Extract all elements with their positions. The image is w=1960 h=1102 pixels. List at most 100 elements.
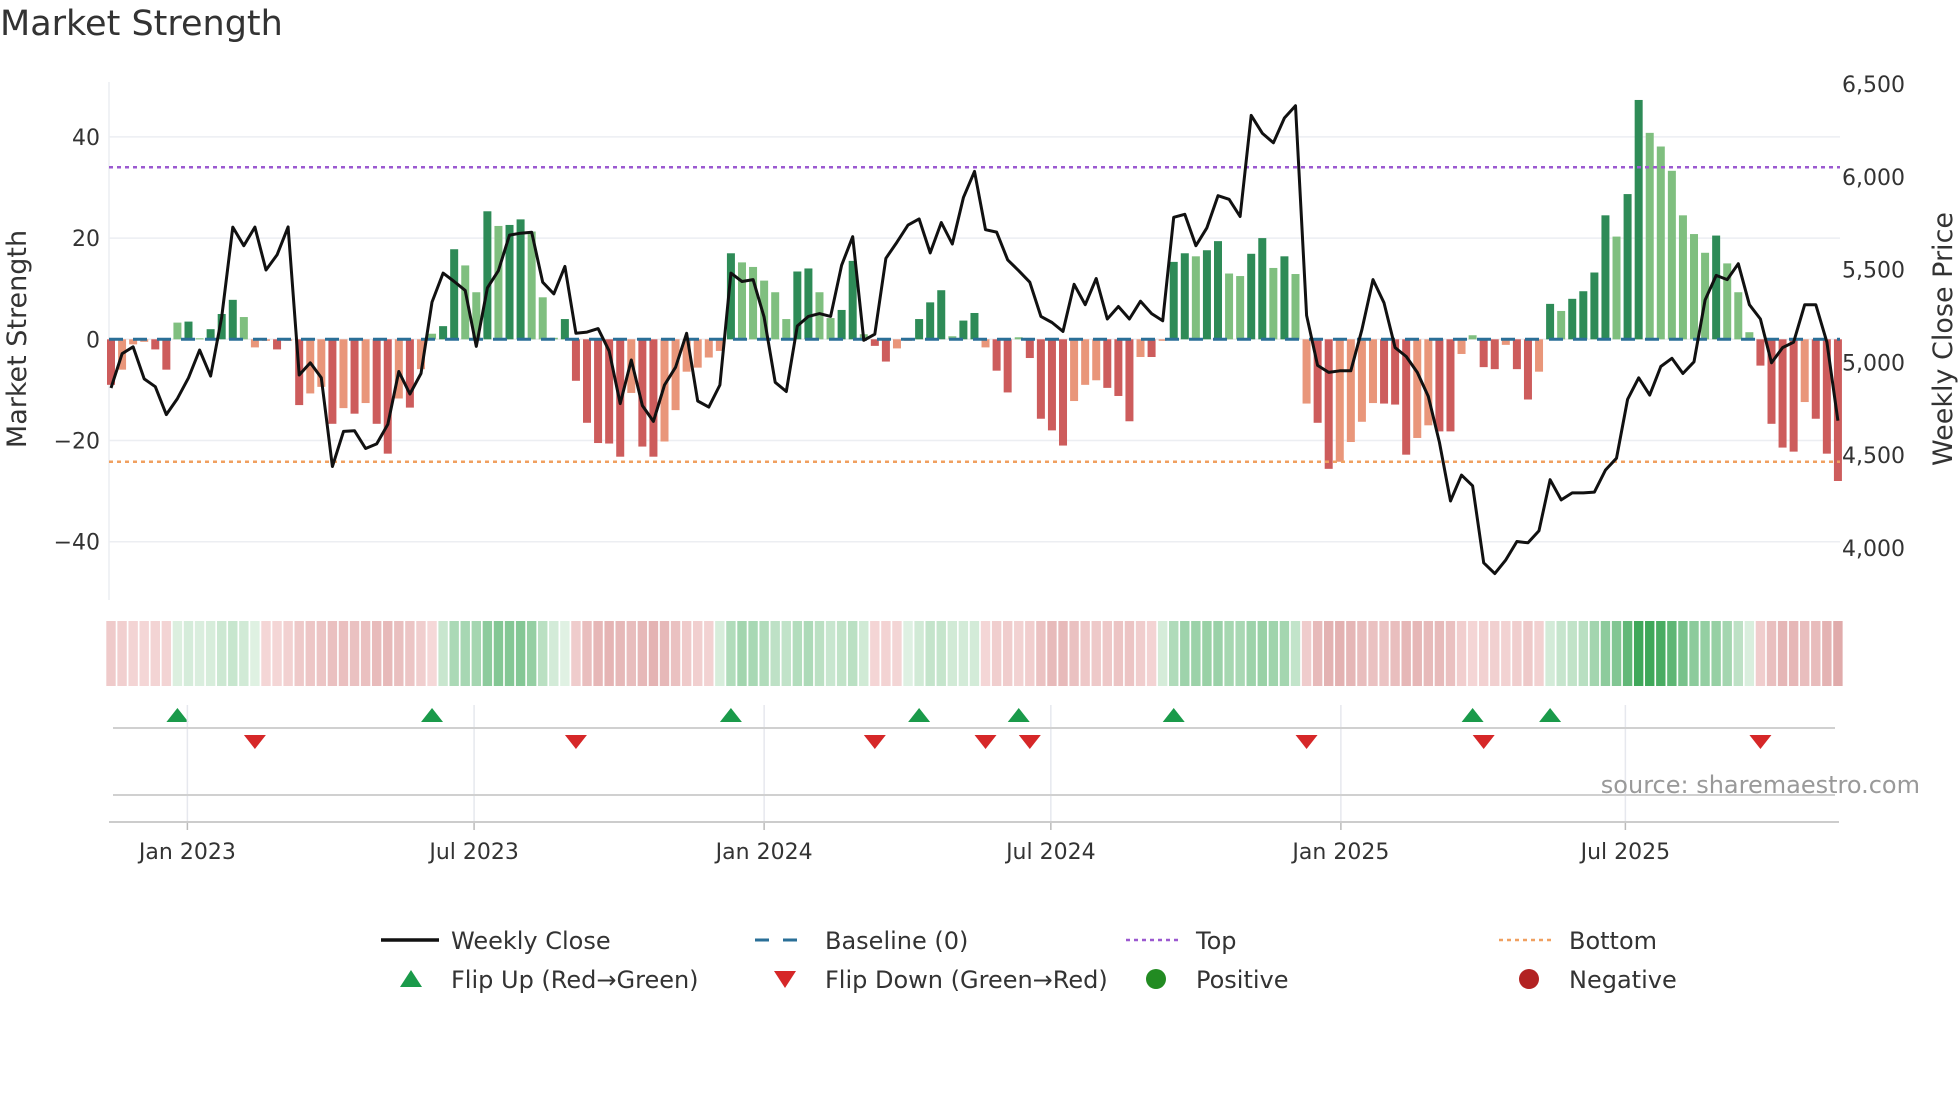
strength-bar: [383, 339, 392, 454]
x-tick-label: Jan 2024: [714, 840, 813, 865]
heat-strip-cell: [1058, 621, 1068, 686]
heat-strip-cell: [205, 621, 216, 686]
heat-strip-cell: [427, 621, 437, 686]
heat-strip-cell: [1002, 621, 1013, 686]
heat-strip-cell: [1301, 621, 1312, 686]
heat-strip-cell: [371, 621, 382, 686]
heat-strip-cell: [438, 621, 448, 686]
heat-strip-cell: [847, 621, 858, 686]
heat-strip-cell: [1257, 621, 1267, 686]
heat-strip-cell: [261, 621, 271, 686]
heat-strip-cell: [925, 621, 935, 686]
heat-strip-cell: [394, 621, 404, 686]
heat-strip-cell: [1268, 621, 1279, 686]
heat-strip-cell: [803, 621, 814, 686]
flip-up-marker: [908, 708, 931, 722]
flip-down-marker: [564, 735, 587, 749]
heat-strip-cell: [1102, 621, 1112, 686]
strength-bar: [571, 339, 580, 381]
strength-bar: [1468, 335, 1477, 340]
heat-strip-cell: [194, 621, 205, 686]
heat-strip-cell: [294, 621, 304, 686]
heat-strip-cell: [958, 621, 969, 686]
heat-strip-cell: [1512, 621, 1522, 686]
market-strength-chart: 40 20 0 −20 −40 6,500 6,000 5,500 5,000 4,500 4,00…: [2, 73, 1959, 994]
heat-strip-cell: [549, 621, 559, 686]
strength-bar: [937, 290, 946, 340]
strength-bar: [339, 339, 348, 409]
strength-bar: [837, 309, 846, 340]
strength-bar: [926, 302, 935, 340]
heat-strip-cell: [338, 621, 349, 686]
heat-strip-cell: [1645, 621, 1655, 686]
heat-strip-cell: [1423, 621, 1434, 686]
heat-strip-cell: [1324, 621, 1334, 686]
heat-strip-cell: [1180, 621, 1190, 686]
flip-down-marker: [1472, 735, 1495, 749]
heat-strip-cell: [1800, 621, 1810, 686]
strength-bar: [350, 339, 359, 414]
heat-strip-cell: [1755, 621, 1766, 686]
strength-bar: [1634, 99, 1643, 340]
strength-bar: [1457, 339, 1466, 354]
legend-label: Flip Up (Red→Green): [451, 966, 699, 994]
strength-bar: [1523, 339, 1532, 400]
heat-strip-cell: [1113, 621, 1124, 686]
heat-strip-cell: [1766, 621, 1777, 686]
strength-bar: [1214, 241, 1222, 340]
flip-down-marker: [863, 735, 886, 749]
strength-bar: [1380, 339, 1389, 404]
strength-bar: [1136, 339, 1145, 358]
heat-strip-cell: [1069, 621, 1079, 686]
heat-strip-cell: [360, 621, 371, 686]
heat-strip-cell: [571, 621, 581, 686]
heat-strip-cell: [515, 621, 526, 686]
heat-strip-cell: [859, 621, 869, 686]
heat-strip-cell: [1567, 621, 1577, 686]
strength-bar: [162, 339, 171, 370]
heat-strip-cell: [161, 621, 172, 686]
strength-bar: [1557, 310, 1566, 340]
heat-strip-cell: [1124, 621, 1135, 686]
heat-strip-cell: [1135, 621, 1146, 686]
heat-strip-cell: [250, 621, 260, 686]
strength-bar: [1247, 253, 1256, 340]
heat-strip-cell: [217, 621, 227, 686]
strength-bar: [1690, 234, 1699, 340]
strength-bar: [1357, 339, 1366, 422]
heat-strip-cell: [1545, 621, 1555, 686]
heat-strip-cell: [1678, 621, 1688, 686]
strength-bar: [704, 339, 713, 358]
strength-bar: [1811, 339, 1820, 419]
strength-bar: [1236, 276, 1245, 340]
strength-bar: [1579, 291, 1588, 340]
heat-strip-cell: [1401, 621, 1411, 686]
heat-strip-cell: [526, 621, 537, 686]
strength-bar: [273, 339, 282, 350]
flip-down-marker: [243, 735, 266, 749]
positive-circle-icon: [1146, 969, 1166, 989]
strength-bar: [328, 339, 337, 424]
heat-strip-cell: [881, 621, 891, 686]
y2-tick-label: 5,500: [1842, 259, 1905, 284]
heat-strip-cell: [604, 621, 614, 686]
heat-strip-cell: [150, 621, 160, 686]
heat-strip-cell: [449, 621, 459, 686]
strength-bar: [959, 320, 968, 340]
strength-bar: [1490, 339, 1499, 370]
heat-strip-cell: [1611, 621, 1622, 686]
strength-bar: [1180, 253, 1189, 340]
strength-bar: [1302, 339, 1311, 404]
heat-strip-cell: [239, 621, 249, 686]
strength-bar: [1114, 339, 1123, 396]
heat-strip-cell: [670, 621, 681, 686]
legend-label: Negative: [1569, 966, 1677, 994]
heat-strip-cell: [947, 621, 958, 686]
heat-strip-cell: [128, 621, 138, 686]
strength-bar: [516, 219, 525, 340]
heat-strip-cell: [1556, 621, 1566, 686]
strength-bar: [1535, 339, 1544, 372]
heat-strip-cell: [659, 621, 670, 686]
strength-bar: [782, 319, 791, 340]
strength-bar: [1368, 339, 1377, 404]
